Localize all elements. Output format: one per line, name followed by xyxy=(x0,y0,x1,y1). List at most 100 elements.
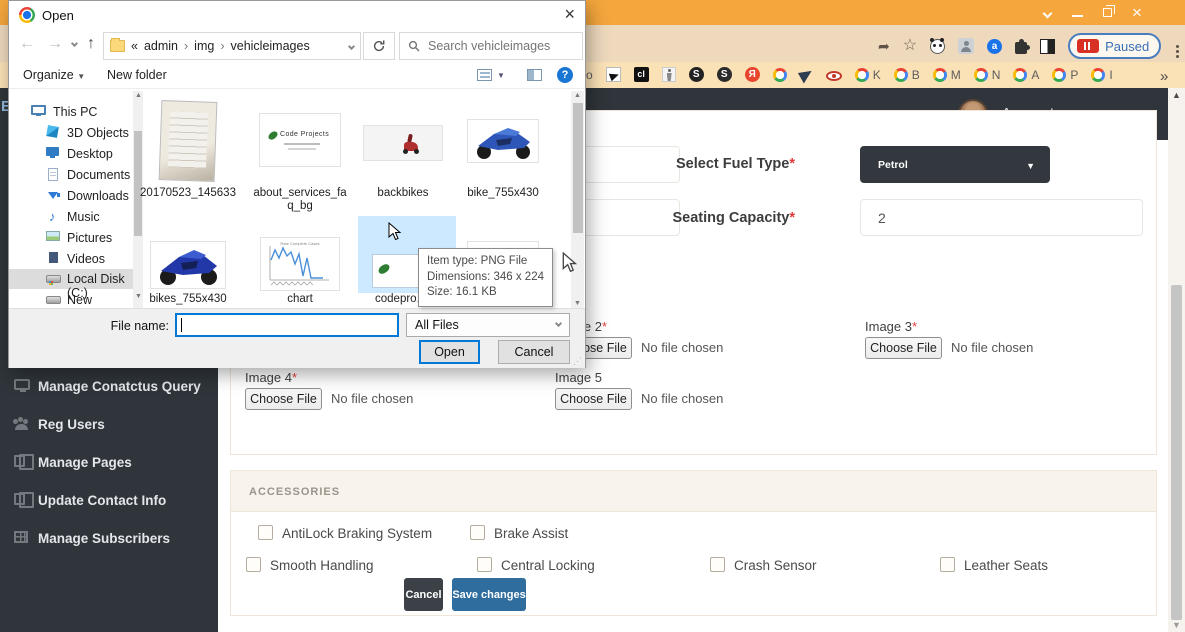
profile-extension-icon[interactable] xyxy=(958,38,974,54)
restore-icon[interactable] xyxy=(1092,0,1122,25)
breadcrumb-admin[interactable]: admin xyxy=(144,39,178,53)
screen: × ➦ ☆ a Paused o cl S S Я K B M N A P I … xyxy=(0,0,1185,632)
bookmark-item[interactable] xyxy=(662,67,676,82)
filelist-scrollbar-thumb[interactable] xyxy=(573,103,583,233)
checkbox-antilock[interactable] xyxy=(258,525,273,540)
share-icon[interactable]: ➦ xyxy=(878,38,890,55)
breadcrumb-img[interactable]: img xyxy=(194,39,214,53)
sidebar-scrollbar-thumb[interactable] xyxy=(134,131,142,236)
address-caret-icon[interactable] xyxy=(348,42,355,49)
tree-item-this-pc[interactable]: This PC xyxy=(9,102,133,122)
tree-item-videos[interactable]: Videos xyxy=(9,249,133,269)
panda-extension-icon[interactable] xyxy=(930,39,945,54)
breadcrumb[interactable]: « admin › img › vehicleimages xyxy=(103,32,361,60)
choose-file-button[interactable]: Choose File xyxy=(555,388,632,410)
choose-file-button[interactable]: Choose File xyxy=(245,388,322,410)
tree-item-local-disk-c[interactable]: Local Disk (C:) xyxy=(9,269,133,289)
sidebar-item-reg-users[interactable]: Reg Users xyxy=(0,415,218,445)
back-icon[interactable]: ← xyxy=(19,35,35,53)
bookmark-star-icon[interactable]: ☆ xyxy=(903,38,917,54)
a-extension-icon[interactable]: a xyxy=(987,39,1002,54)
bookmark-item[interactable]: N xyxy=(974,68,1001,82)
bookmark-item[interactable]: o xyxy=(586,68,593,82)
forward-icon[interactable]: → xyxy=(47,35,63,53)
file-name-input[interactable] xyxy=(175,313,399,337)
tree-item-desktop[interactable]: Desktop xyxy=(9,144,133,164)
paused-badge[interactable]: Paused xyxy=(1068,33,1161,59)
preview-pane-icon[interactable] xyxy=(527,69,542,81)
breadcrumb-vehicleimages[interactable]: vehicleimages xyxy=(231,39,310,53)
breadcrumb-collapse[interactable]: « xyxy=(131,39,138,53)
search-input[interactable] xyxy=(428,39,558,53)
bookmark-item[interactable] xyxy=(773,68,787,82)
bookmark-item[interactable]: I xyxy=(1091,68,1112,82)
fuel-type-select[interactable]: Petrol ▼ xyxy=(860,146,1050,183)
page-scrollbar-thumb[interactable] xyxy=(1171,285,1182,620)
tree-item-3d-objects[interactable]: 3D Objects xyxy=(9,123,133,143)
checkbox-label: AntiLock Braking System xyxy=(282,526,432,541)
sidebar-item-manage-subscribers[interactable]: Manage Subscribers xyxy=(0,529,218,559)
sidebar-item-manage-pages[interactable]: Manage Pages xyxy=(0,453,218,483)
tree-item-pictures[interactable]: Pictures xyxy=(9,228,133,248)
organize-button[interactable]: Organize ▼ xyxy=(23,68,85,82)
tab-search-icon[interactable] xyxy=(1032,0,1062,25)
checkbox-brake-assist[interactable] xyxy=(470,525,485,540)
bookmarks-overflow-icon[interactable]: » xyxy=(1160,68,1168,85)
bookmark-item[interactable]: P xyxy=(1052,68,1078,82)
open-button[interactable]: Open xyxy=(419,340,480,364)
folder-icon xyxy=(110,40,125,52)
bookmark-item[interactable] xyxy=(826,68,842,81)
dialog-cancel-button[interactable]: Cancel xyxy=(498,340,570,364)
resize-grip[interactable]: ⋰ xyxy=(573,356,582,367)
checkbox-label: Crash Sensor xyxy=(734,558,817,573)
tree-item-new-volume-d[interactable]: New Volume (D:) xyxy=(9,290,133,308)
refresh-button[interactable] xyxy=(363,32,395,60)
reader-extension-icon[interactable] xyxy=(1040,39,1055,54)
checkbox-label: Leather Seats xyxy=(964,558,1048,573)
checkbox-crash-sensor[interactable] xyxy=(710,557,725,572)
scroll-up-icon[interactable]: ▲ xyxy=(135,92,142,99)
scroll-up-icon[interactable]: ▲ xyxy=(574,92,581,99)
bookmark-item[interactable] xyxy=(800,69,813,81)
bookmark-item[interactable] xyxy=(606,67,621,82)
bookmark-item[interactable]: S xyxy=(717,67,732,82)
text-caret xyxy=(181,318,182,332)
bookmark-item[interactable]: Я xyxy=(745,67,760,82)
history-caret-icon[interactable] xyxy=(71,40,78,47)
bookmark-item[interactable]: M xyxy=(933,68,961,82)
bookmark-item[interactable]: cl xyxy=(634,67,649,82)
checkbox-smooth-handling[interactable] xyxy=(246,557,261,572)
dialog-close-icon[interactable]: × xyxy=(564,4,575,25)
sidebar-item-manage-contactus[interactable]: Manage Conatctus Query xyxy=(0,377,218,407)
minimize-icon[interactable] xyxy=(1062,0,1092,25)
checkbox-leather-seats[interactable] xyxy=(940,557,955,572)
up-icon[interactable]: ↑ xyxy=(87,35,95,53)
menu-dots-icon[interactable] xyxy=(1176,45,1179,48)
scroll-up-icon[interactable]: ▲ xyxy=(1172,90,1181,100)
tree-item-downloads[interactable]: Downloads xyxy=(9,186,133,206)
views-icon[interactable] xyxy=(477,69,492,81)
help-icon[interactable]: ? xyxy=(557,67,573,83)
checkbox-central-locking[interactable] xyxy=(477,557,492,572)
bookmark-item[interactable]: B xyxy=(894,68,920,82)
new-folder-button[interactable]: New folder xyxy=(107,68,167,82)
tree-item-documents[interactable]: Documents xyxy=(9,165,133,185)
cancel-button[interactable]: Cancel xyxy=(404,578,443,611)
dialog-titlebar[interactable]: Open × xyxy=(9,1,585,29)
tree-item-music[interactable]: ♪Music xyxy=(9,207,133,227)
seating-capacity-input[interactable] xyxy=(860,199,1143,236)
choose-file-button[interactable]: Choose File xyxy=(865,337,942,359)
bookmark-item[interactable]: K xyxy=(855,68,881,82)
views-caret-icon[interactable]: ▼ xyxy=(497,71,505,80)
sidebar-item-update-contact[interactable]: Update Contact Info xyxy=(0,491,218,521)
search-box[interactable] xyxy=(399,32,583,60)
filelist-scrollbar[interactable]: ▲ ▼ xyxy=(571,91,584,308)
file-type-select[interactable]: All Files xyxy=(406,313,570,337)
bookmark-item[interactable]: S xyxy=(689,67,704,82)
bookmark-item[interactable]: A xyxy=(1013,68,1039,82)
extensions-puzzle-icon[interactable] xyxy=(1015,42,1027,54)
scroll-down-icon[interactable]: ▼ xyxy=(1172,620,1181,630)
scroll-down-icon[interactable]: ▼ xyxy=(574,300,581,307)
save-changes-button[interactable]: Save changes xyxy=(452,578,526,611)
close-window-icon[interactable]: × xyxy=(1122,0,1152,25)
